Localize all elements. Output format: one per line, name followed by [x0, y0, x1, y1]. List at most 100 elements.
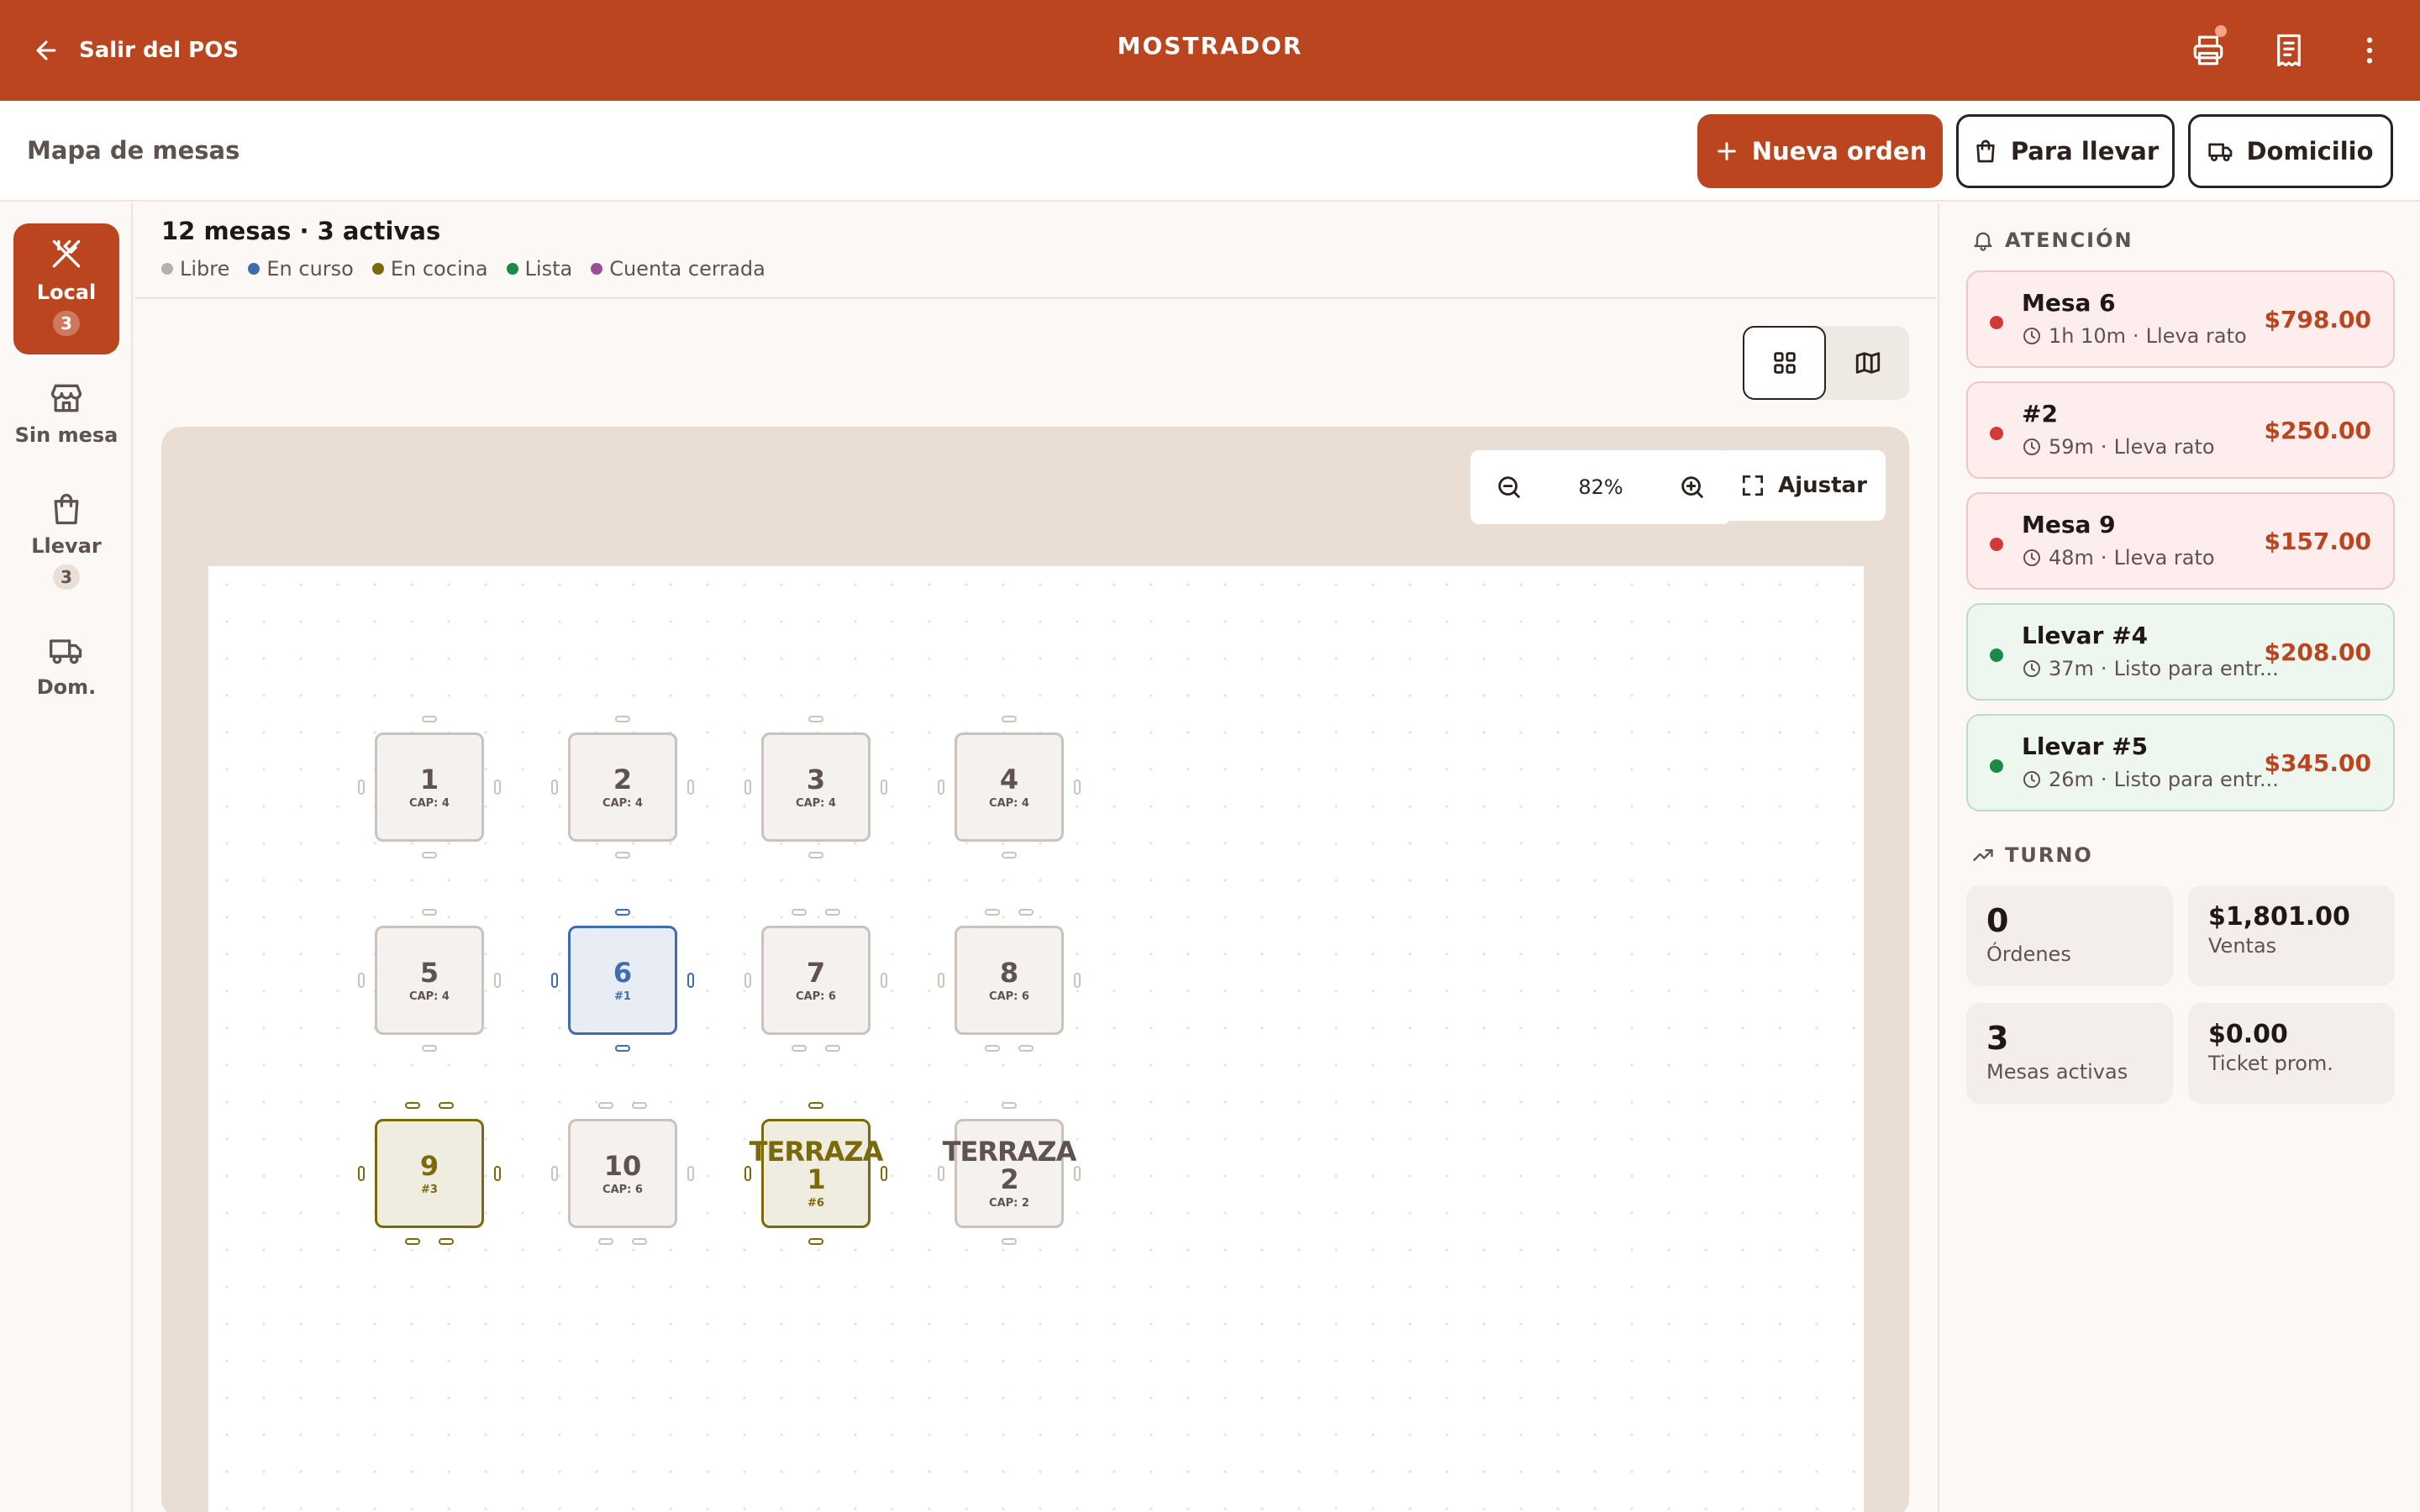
- table-10[interactable]: 10 CAP: 6: [568, 1119, 677, 1228]
- attention-time: 26m: [2049, 768, 2094, 791]
- chair: [687, 973, 694, 988]
- table-number: 10: [603, 1149, 642, 1182]
- map-canvas-frame: 82% Ajustar 1 CAP: 4 2 CAP: 4 3 CAP: 4 4 CAP: 4…: [161, 427, 1909, 1512]
- chair: [615, 852, 630, 858]
- receipt-icon: [2277, 34, 2301, 67]
- table-terraza-2[interactable]: TERRAZA 2 CAP: 2: [943, 1119, 1076, 1228]
- nav-item-llevar[interactable]: Llevar 3: [13, 491, 119, 590]
- table-subtitle: CAP: 6: [989, 990, 1029, 1003]
- bag-icon: [54, 493, 79, 525]
- table-1[interactable]: 1 CAP: 4: [375, 732, 484, 842]
- zoom-in-button[interactable]: [1676, 470, 1709, 504]
- legend-dot: [161, 263, 173, 275]
- chair: [551, 1166, 558, 1181]
- page-header: Mapa de mesas Nueva orden Para llevar Do…: [0, 101, 2420, 202]
- bag-icon: [1976, 139, 1995, 163]
- more-menu-button[interactable]: [2349, 30, 2390, 71]
- table-number: 9: [419, 1149, 439, 1182]
- chair: [825, 1045, 840, 1052]
- zoom-out-button[interactable]: [1492, 470, 1526, 504]
- chair: [938, 973, 944, 988]
- stat-orders: 0 Órdenes: [1966, 885, 2173, 986]
- nav-item-domicilio[interactable]: Dom.: [13, 632, 119, 699]
- nav-item-local[interactable]: Local 3: [13, 223, 119, 354]
- table-4[interactable]: 4 CAP: 4: [955, 732, 1064, 842]
- table-number: 8: [999, 956, 1019, 989]
- meta-separator: ·: [2133, 324, 2139, 348]
- attention-note: Listo para entr...: [2113, 657, 2279, 680]
- chair: [405, 1102, 420, 1109]
- attention-header: ATENCIÓN: [1971, 228, 2133, 252]
- table-8[interactable]: 8 CAP: 6: [955, 926, 1064, 1035]
- grid-view-button[interactable]: [1743, 326, 1826, 400]
- chair: [494, 780, 501, 795]
- nav-label: Dom.: [36, 675, 97, 699]
- chair: [792, 909, 807, 916]
- nav-label: Llevar: [31, 534, 102, 558]
- table-3[interactable]: 3 CAP: 4: [761, 732, 871, 842]
- table-terraza-1[interactable]: TERRAZA 1 #6: [750, 1119, 883, 1228]
- attention-name: Llevar #4: [2022, 622, 2149, 649]
- attention-note: Lleva rato: [2145, 324, 2247, 348]
- table-7[interactable]: 7 CAP: 6: [761, 926, 871, 1035]
- nav-item-sin-mesa[interactable]: Sin mesa: [13, 380, 119, 447]
- table-6[interactable]: 6 #1: [568, 926, 677, 1035]
- table-number: 1: [419, 763, 439, 795]
- bell-icon: [1974, 232, 1992, 251]
- chair: [439, 1102, 454, 1109]
- chair: [744, 973, 751, 988]
- meta-separator: ·: [2100, 546, 2107, 570]
- takeout-button[interactable]: Para llevar: [1956, 114, 2175, 188]
- printer-icon: [2193, 35, 2223, 66]
- new-order-button[interactable]: Nueva orden: [1697, 114, 1943, 188]
- chair: [358, 1166, 365, 1181]
- chair: [808, 852, 823, 858]
- table-number: 7: [806, 956, 826, 989]
- zoom-control: 82%: [1470, 450, 1731, 524]
- zoom-out-icon: [1498, 476, 1520, 498]
- printer-button[interactable]: [2188, 25, 2228, 71]
- chair: [1074, 973, 1081, 988]
- table-number: 2: [613, 763, 633, 795]
- map-view-button[interactable]: [1826, 326, 1909, 400]
- store-icon: [50, 384, 82, 412]
- right-panel: ATENCIÓN Mesa 6 1h 10m · Lleva rato $798.00 #…: [1938, 203, 2420, 1512]
- attention-time: 48m: [2049, 546, 2094, 570]
- attention-card[interactable]: Mesa 6 1h 10m · Lleva rato $798.00: [1966, 270, 2395, 368]
- table-subtitle: #3: [421, 1183, 438, 1196]
- stat-sales: $1,801.00 Ventas: [2188, 885, 2395, 986]
- chair: [422, 852, 437, 858]
- delivery-button[interactable]: Domicilio: [2188, 114, 2393, 188]
- attention-card[interactable]: #2 59m · Lleva rato $250.00: [1966, 381, 2395, 479]
- attention-name: Mesa 9: [2022, 511, 2116, 538]
- stat-label: Ticket prom.: [2208, 1052, 2333, 1075]
- legend-label: Cuenta cerrada: [609, 257, 765, 281]
- table-5[interactable]: 5 CAP: 4: [375, 926, 484, 1035]
- exit-pos-label: Salir del POS: [79, 38, 239, 63]
- legend-item-en-curso: En curso: [248, 257, 354, 281]
- table-9[interactable]: 9 #3: [375, 1119, 484, 1228]
- floor-plan-canvas: 1 CAP: 4 2 CAP: 4 3 CAP: 4 4 CAP: 4 5 CAP: 4 6 #1 7 C…: [208, 566, 1864, 1512]
- chair: [1002, 852, 1017, 858]
- nav-label: Sin mesa: [14, 423, 118, 447]
- stat-value: $1,801.00: [2208, 902, 2350, 932]
- legend-item-lista: Lista: [506, 257, 572, 281]
- attention-card[interactable]: Mesa 9 48m · Lleva rato $157.00: [1966, 492, 2395, 590]
- attention-card[interactable]: Llevar #5 26m · Listo para entr... $345.00: [1966, 714, 2395, 811]
- stat-label: Órdenes: [1986, 942, 2071, 966]
- exit-pos-button[interactable]: Salir del POS: [32, 30, 239, 71]
- chair: [881, 973, 887, 988]
- attention-time: 59m: [2049, 435, 2094, 459]
- truck-icon: [2208, 143, 2233, 161]
- divider: [134, 297, 1936, 299]
- meta-separator: ·: [2100, 657, 2107, 680]
- attention-note: Lleva rato: [2113, 546, 2215, 570]
- table-2[interactable]: 2 CAP: 4: [568, 732, 677, 842]
- attention-card[interactable]: Llevar #4 37m · Listo para entr... $208.00: [1966, 603, 2395, 701]
- new-order-label: Nueva orden: [1751, 137, 1928, 165]
- fit-button[interactable]: Ajustar: [1721, 450, 1886, 521]
- table-subtitle: #6: [808, 1196, 824, 1210]
- top-app-bar: Salir del POS MOSTRADOR: [0, 0, 2420, 101]
- table-subtitle: CAP: 6: [602, 1183, 643, 1196]
- receipt-button[interactable]: [2269, 30, 2309, 71]
